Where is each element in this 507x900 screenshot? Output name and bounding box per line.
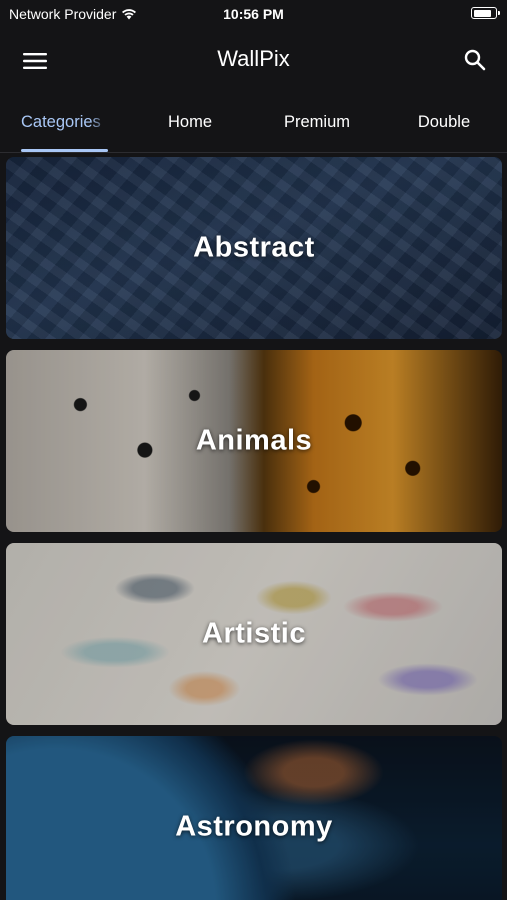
category-card-astronomy[interactable]: Astronomy: [6, 736, 502, 900]
category-label: Animals: [195, 424, 313, 457]
battery-level: [473, 9, 491, 17]
status-time: 10:56 PM: [223, 6, 284, 22]
tab-label: Double: [417, 112, 471, 131]
tab-label: Categories: [21, 112, 101, 131]
tab-home[interactable]: Home: [140, 92, 240, 152]
category-list: Abstract Animals Artistic Astronomy: [0, 156, 507, 900]
tab-label: Premium: [283, 112, 350, 131]
battery-icon: [471, 7, 500, 19]
category-label: Abstract: [193, 231, 315, 264]
tab-double[interactable]: Double: [395, 92, 493, 152]
search-icon: [464, 49, 486, 71]
app-title: WallPix: [217, 46, 290, 71]
app-bar: WallPix: [0, 28, 507, 92]
category-card-animals[interactable]: Animals: [6, 350, 502, 532]
tab-bar: Categories Home Premium Double: [0, 92, 507, 153]
status-bar: Network Provider 10:56 PM: [0, 0, 507, 28]
active-tab-indicator: [21, 149, 108, 152]
tab-categories[interactable]: Categories: [21, 92, 108, 152]
tab-premium[interactable]: Premium: [262, 92, 372, 152]
search-button[interactable]: [457, 42, 493, 78]
tab-label: Home: [167, 112, 212, 131]
category-card-abstract[interactable]: Abstract: [6, 157, 502, 339]
category-label: Astronomy: [175, 810, 333, 843]
category-label: Artistic: [202, 617, 306, 650]
category-card-artistic[interactable]: Artistic: [6, 543, 502, 725]
